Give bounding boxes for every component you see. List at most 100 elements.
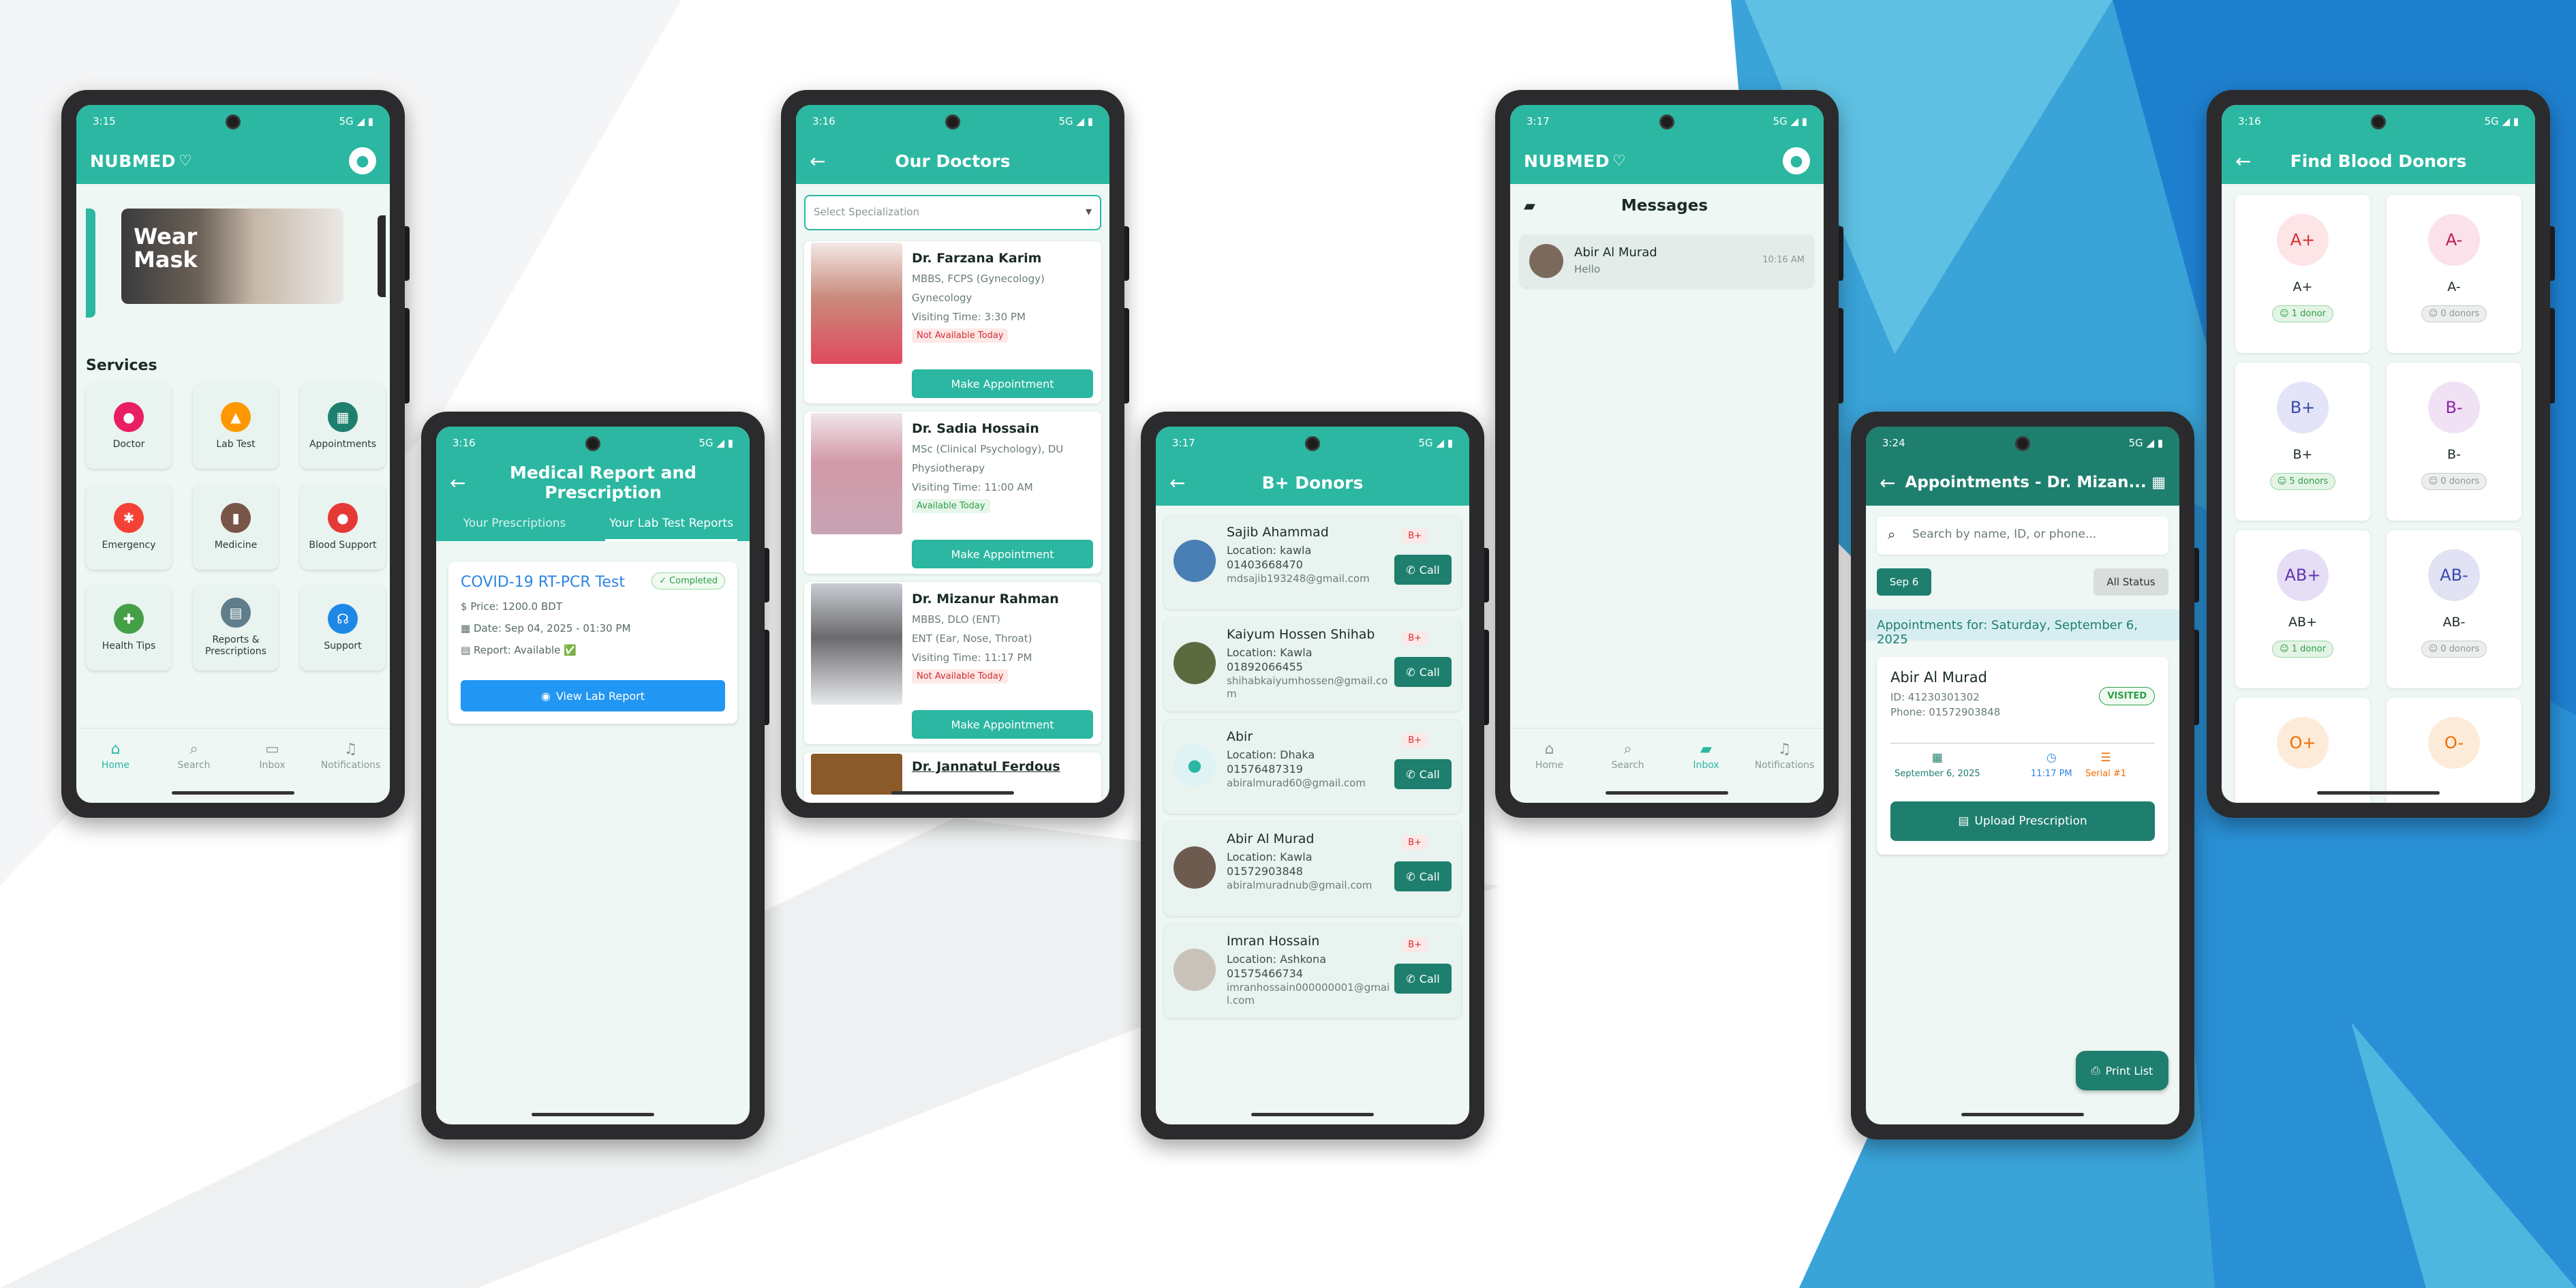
blood-group-card[interactable]: B+ B+ ☺ 5 donors [2235, 363, 2370, 521]
back-arrow-icon[interactable]: ← [2235, 150, 2256, 172]
blood-group-card[interactable]: B- B- ☺ 0 donors [2387, 363, 2521, 521]
service-lab-test[interactable]: ▲ Lab Test [193, 383, 279, 469]
gesture-bar [172, 791, 294, 795]
blood-group-badge: AB+ [2277, 549, 2329, 601]
service-emergency[interactable]: ✱ Emergency [86, 484, 172, 570]
page-title: Our Doctors [895, 151, 1011, 171]
status-time: 3:16 [453, 437, 476, 449]
call-button[interactable]: ✆ Call [1394, 861, 1452, 891]
doctor-degree: MBBS, FCPS (Gynecology) [912, 273, 1045, 285]
appointment-date: ▦ September 6, 2025 [1895, 751, 1980, 779]
date-filter-chip[interactable]: Sep 6 [1877, 568, 1931, 596]
status-time: 3:17 [1527, 115, 1550, 127]
blood-group-name: AB- [2442, 615, 2466, 630]
back-arrow-icon[interactable]: ← [810, 150, 830, 172]
upload-prescription-button[interactable]: ▤ Upload Prescription [1890, 801, 2155, 841]
donor-email: abiralmuradnub@gmail.com [1227, 879, 1373, 891]
blood-group-tag: B+ [1402, 938, 1427, 952]
camera-icon [585, 436, 600, 451]
status-bar: 3:16 5G ◢ ▮ [796, 105, 1109, 138]
nav-search[interactable]: ⌕ Search [1589, 729, 1667, 782]
status-badge: VISITED [2099, 687, 2155, 705]
call-button[interactable]: ✆ Call [1394, 657, 1452, 687]
status-network: 5G ◢ ▮ [699, 437, 734, 449]
blood-group-badge: A+ [2277, 214, 2329, 266]
make-appointment-button[interactable]: Make Appointment [912, 369, 1093, 398]
service-label: Lab Test [216, 438, 256, 450]
message-preview: Hello [1574, 263, 1601, 275]
specialization-select[interactable]: Select Specialization ▾ [804, 195, 1101, 230]
status-network: 5G ◢ ▮ [1058, 115, 1094, 127]
status-network: 5G ◢ ▮ [2484, 115, 2519, 127]
back-arrow-icon[interactable]: ← [450, 472, 470, 494]
service-appointments[interactable]: ▦ Appointments [300, 383, 386, 469]
status-time: 3:17 [1172, 437, 1195, 449]
banner-text: Wear Mask [134, 224, 198, 273]
donor-photo [1174, 540, 1216, 582]
service-medicine[interactable]: ▮ Medicine [193, 484, 279, 570]
doctor-photo [811, 583, 902, 705]
nav-home[interactable]: ⌂ Home [76, 729, 155, 782]
status-badge: ✓ Completed [651, 572, 725, 589]
document-icon: ▤ [461, 644, 471, 656]
phone-icon: ✆ [1406, 972, 1415, 985]
gesture-bar [2317, 791, 2440, 795]
nav-home[interactable]: ⌂ Home [1510, 729, 1589, 782]
service-doctor[interactable]: ● Doctor [86, 383, 172, 469]
call-button[interactable]: ✆ Call [1394, 964, 1452, 994]
back-arrow-icon[interactable]: ← [1880, 472, 1900, 494]
doctor-degree: MBBS, DLO (ENT) [912, 613, 1000, 626]
donor-photo [1174, 642, 1216, 684]
blood-group-badge: O- [2428, 717, 2480, 769]
profile-icon[interactable]: ● [1783, 147, 1810, 174]
nav-inbox[interactable]: ▰ Inbox [1667, 729, 1745, 782]
phone-messages: 3:17 5G ◢ ▮ NUBMED ♡ ● ▰ Messages Abir A… [1495, 90, 1843, 818]
profile-icon[interactable]: ● [349, 147, 376, 174]
blood-group-card[interactable]: AB+ AB+ ☺ 1 donor [2235, 530, 2370, 688]
make-appointment-button[interactable]: Make Appointment [912, 540, 1093, 568]
banner-image: Wear Mask [121, 209, 343, 304]
blood-group-card[interactable]: O- [2387, 698, 2521, 803]
service-health-tips[interactable]: ✚ Health Tips [86, 585, 172, 671]
tab-lab-reports[interactable]: Your Lab Test Reports [593, 506, 750, 541]
back-arrow-icon[interactable]: ← [1169, 472, 1190, 494]
dollar-icon: $ [461, 600, 467, 613]
doctor-card: Dr. Jannatul Ferdous [804, 752, 1101, 803]
bell-icon: ♫ [1777, 740, 1792, 758]
stethoscope-icon: ♡ [179, 152, 192, 170]
doctor-name: Dr. Farzana Karim [912, 251, 1042, 266]
tab-prescriptions[interactable]: Your Prescriptions [436, 506, 593, 541]
search-input[interactable]: ⌕ Search by name, ID, or phone... [1877, 517, 2168, 555]
nav-notifications[interactable]: ♫ Notifications [311, 729, 390, 782]
blood-group-tag: B+ [1402, 631, 1427, 645]
status-filter-chip[interactable]: All Status [2094, 568, 2168, 596]
folder-icon: ▤ [221, 598, 251, 628]
camera-icon [945, 114, 960, 129]
doctor-photo [811, 243, 902, 364]
doctor-photo [811, 754, 902, 795]
nav-search[interactable]: ⌕ Search [155, 729, 233, 782]
call-button[interactable]: ✆ Call [1394, 555, 1452, 585]
nav-notifications[interactable]: ♫ Notifications [1745, 729, 1824, 782]
service-support[interactable]: ☊ Support [300, 585, 386, 671]
appointment-card: Abir Al Murad ID: 41230301302 Phone: 015… [1877, 657, 2168, 855]
print-list-button[interactable]: ⎙ Print List [2076, 1051, 2168, 1090]
blood-group-card[interactable]: A- A- ☺ 0 donors [2387, 195, 2521, 353]
service-label: Appointments [309, 438, 377, 450]
make-appointment-button[interactable]: Make Appointment [912, 710, 1093, 739]
view-lab-report-button[interactable]: ◉ View Lab Report [461, 680, 725, 711]
blood-group-card[interactable]: O+ [2235, 698, 2370, 803]
carousel-prev-slide [86, 209, 95, 318]
blood-group-name: A- [2447, 279, 2461, 294]
blood-group-card[interactable]: A+ A+ ☺ 1 donor [2235, 195, 2370, 353]
person-icon: ● [114, 401, 144, 432]
message-item[interactable]: Abir Al Murad Hello 10:16 AM [1520, 234, 1814, 288]
service-reports[interactable]: ▤ Reports & Prescriptions [193, 585, 279, 671]
nav-inbox[interactable]: ▭ Inbox [233, 729, 311, 782]
banner-carousel[interactable]: Wear Mask [86, 209, 386, 318]
blood-group-card[interactable]: AB- AB- ☺ 0 donors [2387, 530, 2521, 688]
service-blood-support[interactable]: ● Blood Support [300, 484, 386, 570]
call-button[interactable]: ✆ Call [1394, 759, 1452, 789]
camera-icon [2015, 436, 2030, 451]
calendar-icon[interactable]: ▦ [2151, 474, 2166, 491]
